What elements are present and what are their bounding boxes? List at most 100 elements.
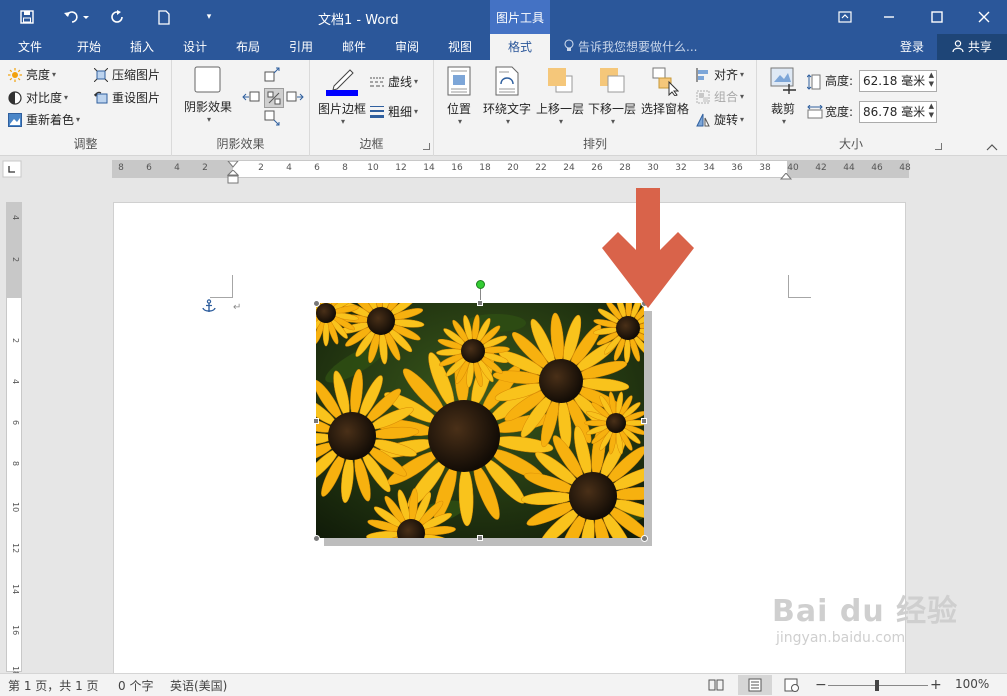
- compress-pictures-button[interactable]: 压缩图片: [93, 65, 160, 85]
- read-mode-icon[interactable]: [708, 678, 724, 692]
- tab-layout[interactable]: 布局: [225, 34, 271, 60]
- word-count[interactable]: 0 个字: [118, 677, 153, 694]
- resize-handle-bottom-right[interactable]: [641, 535, 648, 542]
- ribbon-display-icon[interactable]: [828, 0, 862, 34]
- minimize-icon[interactable]: [872, 0, 906, 34]
- page-count[interactable]: 第 1 页，共 1 页: [8, 677, 99, 694]
- shadow-on-off-icon[interactable]: [264, 88, 284, 108]
- picture-shadow-bottom: [324, 538, 652, 546]
- dashes-button[interactable]: 虚线 ▾: [370, 72, 418, 92]
- ruler-tick-label: 24: [563, 163, 575, 173]
- ribbon: 亮度 ▾ 对比度 ▾ 重新着色 ▾ 压缩图片 重设图片 调整 阴影效果 ▾ 阴影…: [0, 60, 1007, 156]
- zoom-level[interactable]: 100%: [955, 677, 989, 691]
- collapse-ribbon-icon[interactable]: [986, 140, 1000, 152]
- resize-handle-bottom-left[interactable]: [313, 535, 320, 542]
- brightness-icon: [8, 68, 22, 82]
- ruler-tick-label: 2: [11, 338, 20, 344]
- tab-selector[interactable]: [0, 157, 30, 181]
- context-tab-group-picture-tools: 图片工具: [490, 0, 550, 34]
- ruler-tick-label: 8: [11, 461, 20, 467]
- customize-icon[interactable]: ▾: [200, 0, 218, 34]
- ruler-tick-label: 6: [11, 420, 20, 426]
- nudge-shadow-left-icon[interactable]: [242, 88, 260, 106]
- height-label: 高度:: [825, 74, 854, 88]
- width-spinner[interactable]: 86.78 毫米 ▲ ▼: [859, 101, 937, 123]
- right-indent-marker[interactable]: [779, 170, 793, 180]
- contrast-button[interactable]: 对比度 ▾: [8, 88, 68, 108]
- nudge-shadow-right-icon[interactable]: [286, 88, 304, 106]
- tab-references[interactable]: 引用: [278, 34, 324, 60]
- align-button[interactable]: 对齐 ▾: [696, 65, 744, 85]
- group-objects-label: 组合: [714, 90, 739, 104]
- tab-file[interactable]: 文件: [8, 34, 52, 60]
- resize-handle-right[interactable]: [641, 418, 647, 424]
- selected-picture[interactable]: [316, 303, 644, 538]
- resize-handle-top-left[interactable]: [313, 300, 320, 307]
- weight-button[interactable]: 粗细 ▾: [370, 102, 418, 122]
- tell-me-search[interactable]: 告诉我您想要做什么...: [564, 34, 697, 60]
- shadow-effects-button[interactable]: 阴影效果 ▾: [178, 66, 238, 124]
- wrap-text-button[interactable]: 环绕文字 ▾: [482, 66, 532, 126]
- wrap-text-icon: [495, 66, 519, 96]
- new-doc-icon[interactable]: [153, 0, 175, 34]
- horizontal-ruler[interactable]: 8 6 4 2 2 4 6 8 10 12 14 16 18 20 22 24 26 28 30 32 34 36 38 40…: [112, 158, 911, 184]
- undo-icon[interactable]: [58, 0, 96, 34]
- dashes-label: 虚线: [388, 75, 413, 89]
- ruler-tick-label: 4: [286, 163, 292, 173]
- size-dialog-launcher-icon[interactable]: [935, 143, 942, 150]
- picture-border-button[interactable]: 图片边框 ▾: [314, 66, 370, 126]
- crop-label: 裁剪: [770, 102, 795, 116]
- nudge-shadow-down-icon[interactable]: [264, 110, 282, 128]
- anchor-icon[interactable]: [202, 299, 216, 313]
- save-icon[interactable]: [14, 0, 40, 34]
- height-spin-arrows-icon[interactable]: ▲ ▼: [929, 71, 934, 89]
- zoom-slider-thumb[interactable]: [875, 680, 879, 691]
- shadow-nudge-controls: [242, 66, 306, 130]
- ruler-tick-label: 12: [11, 543, 20, 554]
- selection-pane-button[interactable]: 选择窗格: [640, 66, 690, 117]
- ruler-tick-label: 18: [479, 163, 491, 173]
- recolor-button[interactable]: 重新着色 ▾: [8, 110, 80, 130]
- share-button[interactable]: 共享: [937, 34, 1007, 60]
- language-indicator[interactable]: 英语(美国): [170, 677, 227, 694]
- reset-picture-button[interactable]: 重设图片: [94, 88, 160, 108]
- resize-handle-bottom[interactable]: [477, 535, 483, 541]
- close-icon[interactable]: [964, 0, 1004, 34]
- height-spinner[interactable]: 62.18 毫米 ▲ ▼: [859, 70, 937, 92]
- send-backward-button[interactable]: 下移一层 ▾: [588, 66, 636, 126]
- group-label-border: 边框: [359, 137, 384, 151]
- width-spin-arrows-icon[interactable]: ▲ ▼: [929, 102, 934, 120]
- web-layout-icon[interactable]: [784, 678, 800, 692]
- position-button[interactable]: 位置 ▾: [440, 66, 478, 126]
- zoom-out-icon[interactable]: −: [815, 678, 827, 692]
- rotate-button[interactable]: 旋转 ▾: [696, 110, 744, 130]
- bring-forward-button[interactable]: 上移一层 ▾: [536, 66, 584, 126]
- tab-mailings[interactable]: 邮件: [331, 34, 377, 60]
- crop-button[interactable]: 裁剪 ▾: [763, 66, 803, 126]
- border-dialog-launcher-icon[interactable]: [423, 143, 430, 150]
- tab-home[interactable]: 开始: [66, 34, 112, 60]
- maximize-icon[interactable]: [920, 0, 954, 34]
- nudge-shadow-up-icon[interactable]: [264, 66, 282, 84]
- login-link[interactable]: 登录: [900, 34, 924, 60]
- tab-design[interactable]: 设计: [172, 34, 218, 60]
- zoom-slider[interactable]: [828, 680, 928, 691]
- first-line-indent-marker[interactable]: [226, 158, 240, 168]
- tab-view[interactable]: 视图: [437, 34, 483, 60]
- tab-insert[interactable]: 插入: [119, 34, 165, 60]
- hanging-indent-marker[interactable]: [226, 169, 240, 184]
- print-layout-icon[interactable]: [738, 675, 772, 695]
- redo-icon[interactable]: [106, 0, 130, 34]
- brightness-button[interactable]: 亮度 ▾: [8, 65, 56, 85]
- rotation-handle-icon[interactable]: [476, 280, 485, 289]
- tab-format[interactable]: 格式: [490, 34, 550, 60]
- tab-review[interactable]: 审阅: [384, 34, 430, 60]
- ruler-tick-label: 14: [423, 163, 435, 173]
- resize-handle-top[interactable]: [477, 300, 483, 306]
- selection-pane-label: 选择窗格: [640, 102, 689, 116]
- vertical-ruler[interactable]: 4 2 2 4 6 8 10 12 14 16 18: [6, 202, 22, 676]
- resize-handle-left[interactable]: [313, 418, 319, 424]
- align-label: 对齐: [714, 68, 739, 82]
- zoom-in-icon[interactable]: +: [930, 678, 942, 692]
- group-objects-button[interactable]: 组合 ▾: [696, 87, 744, 107]
